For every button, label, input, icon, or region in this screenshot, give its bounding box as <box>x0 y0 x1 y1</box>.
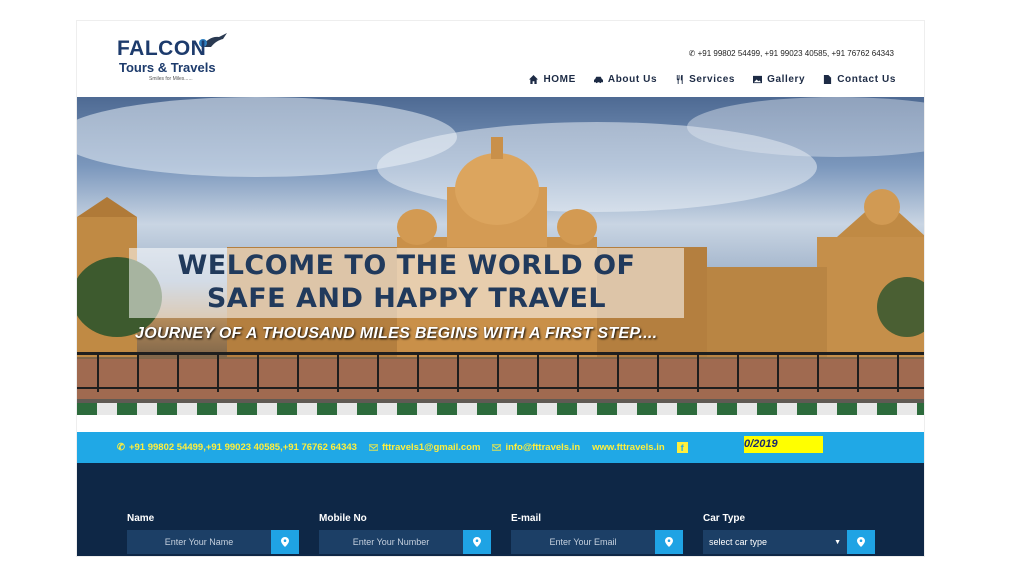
email-pin-button[interactable] <box>655 530 683 554</box>
brand-name: FALCON <box>117 37 207 60</box>
main-nav: HOME About Us Services Gallery Contact U… <box>529 74 896 85</box>
nav-about-label: About Us <box>607 74 658 85</box>
car-icon <box>593 76 603 84</box>
announcement-marquee: 0/2019 <box>744 436 823 453</box>
cutlery-icon <box>676 75 683 84</box>
brand-subname: Tours & Travels <box>119 60 216 75</box>
file-icon <box>824 75 832 84</box>
brand-tagline: Smiles for Miles...... <box>149 76 193 82</box>
email-input[interactable]: Enter Your Email <box>511 530 655 554</box>
nav-gallery-label: Gallery <box>767 74 806 85</box>
hero-headline-line1: WELCOME TO THE WORLD OF <box>177 250 636 281</box>
name-input[interactable]: Enter Your Name <box>127 530 271 554</box>
contact-phones: ✆ +91 99802 54499,+91 99023 40585,+91 76… <box>117 442 357 453</box>
contact-email1-text: fttravels1@gmail.com <box>381 442 481 453</box>
home-icon <box>529 75 539 84</box>
envelope-icon <box>368 444 378 451</box>
nav-services[interactable]: Services <box>675 74 735 85</box>
booking-form: Name Enter Your Name Mobile No Enter You… <box>77 463 924 556</box>
email-label: E-mail <box>511 513 542 524</box>
contact-phones-text: +91 99802 54499,+91 99023 40585,+91 7676… <box>128 442 357 453</box>
map-marker-icon <box>665 537 673 547</box>
mobile-input[interactable]: Enter Your Number <box>319 530 463 554</box>
header: FALCON Tours & Travels Smiles for Miles.… <box>77 21 924 97</box>
name-label: Name <box>127 513 155 524</box>
hero-headline: WELCOME TO THE WORLD OF SAFE AND HAPPY T… <box>129 249 684 315</box>
car-type-label: Car Type <box>703 513 746 524</box>
page: FALCON Tours & Travels Smiles for Miles.… <box>76 20 925 557</box>
map-marker-icon <box>473 537 481 547</box>
contact-bar: ✆ +91 99802 54499,+91 99023 40585,+91 76… <box>77 432 924 463</box>
map-marker-icon <box>281 537 289 547</box>
envelope-icon <box>492 444 502 451</box>
header-phone: ✆ +91 99802 54499, +91 99023 40585, +91 … <box>689 49 894 58</box>
nav-contact-label: Contact Us <box>837 74 896 85</box>
name-pin-button[interactable] <box>271 530 299 554</box>
car-type-pin-button[interactable] <box>847 530 875 554</box>
nav-contact[interactable]: Contact Us <box>823 74 896 85</box>
hero-subline: JOURNEY OF A THOUSAND MILES BEGINS WITH … <box>135 325 658 342</box>
car-type-select[interactable]: select car type ▼ <box>703 530 847 554</box>
map-marker-icon <box>857 537 865 547</box>
contact-email2[interactable]: info@fttravels.in <box>492 442 580 453</box>
mobile-label: Mobile No <box>319 513 367 524</box>
nav-home[interactable]: HOME <box>529 74 575 85</box>
contact-website[interactable]: www.fttravels.in <box>592 442 665 453</box>
hero-headline-line2: SAFE AND HAPPY TRAVEL <box>206 283 607 314</box>
contact-website-text: www.fttravels.in <box>592 442 665 453</box>
facebook-link[interactable]: f <box>676 442 688 453</box>
nav-about[interactable]: About Us <box>593 74 658 85</box>
brand-logo[interactable]: FALCON Tours & Travels Smiles for Miles.… <box>117 33 237 89</box>
facebook-icon: f <box>676 442 688 453</box>
hero-banner: WELCOME TO THE WORLD OF SAFE AND HAPPY T… <box>77 97 924 415</box>
phone-icon: ✆ <box>117 442 125 453</box>
nav-home-label: HOME <box>543 74 576 85</box>
nav-gallery[interactable]: Gallery <box>753 74 805 85</box>
header-phone-numbers: +91 99802 54499, +91 99023 40585, +91 76… <box>697 49 894 58</box>
nav-services-label: Services <box>689 74 736 85</box>
contact-email1[interactable]: fttravels1@gmail.com <box>368 442 481 453</box>
chevron-down-icon: ▼ <box>834 538 841 546</box>
image-icon <box>753 75 763 84</box>
phone-icon: ✆ <box>688 49 696 58</box>
car-type-selected: select car type <box>709 537 768 547</box>
mobile-pin-button[interactable] <box>463 530 491 554</box>
contact-email2-text: info@fttravels.in <box>505 442 581 453</box>
